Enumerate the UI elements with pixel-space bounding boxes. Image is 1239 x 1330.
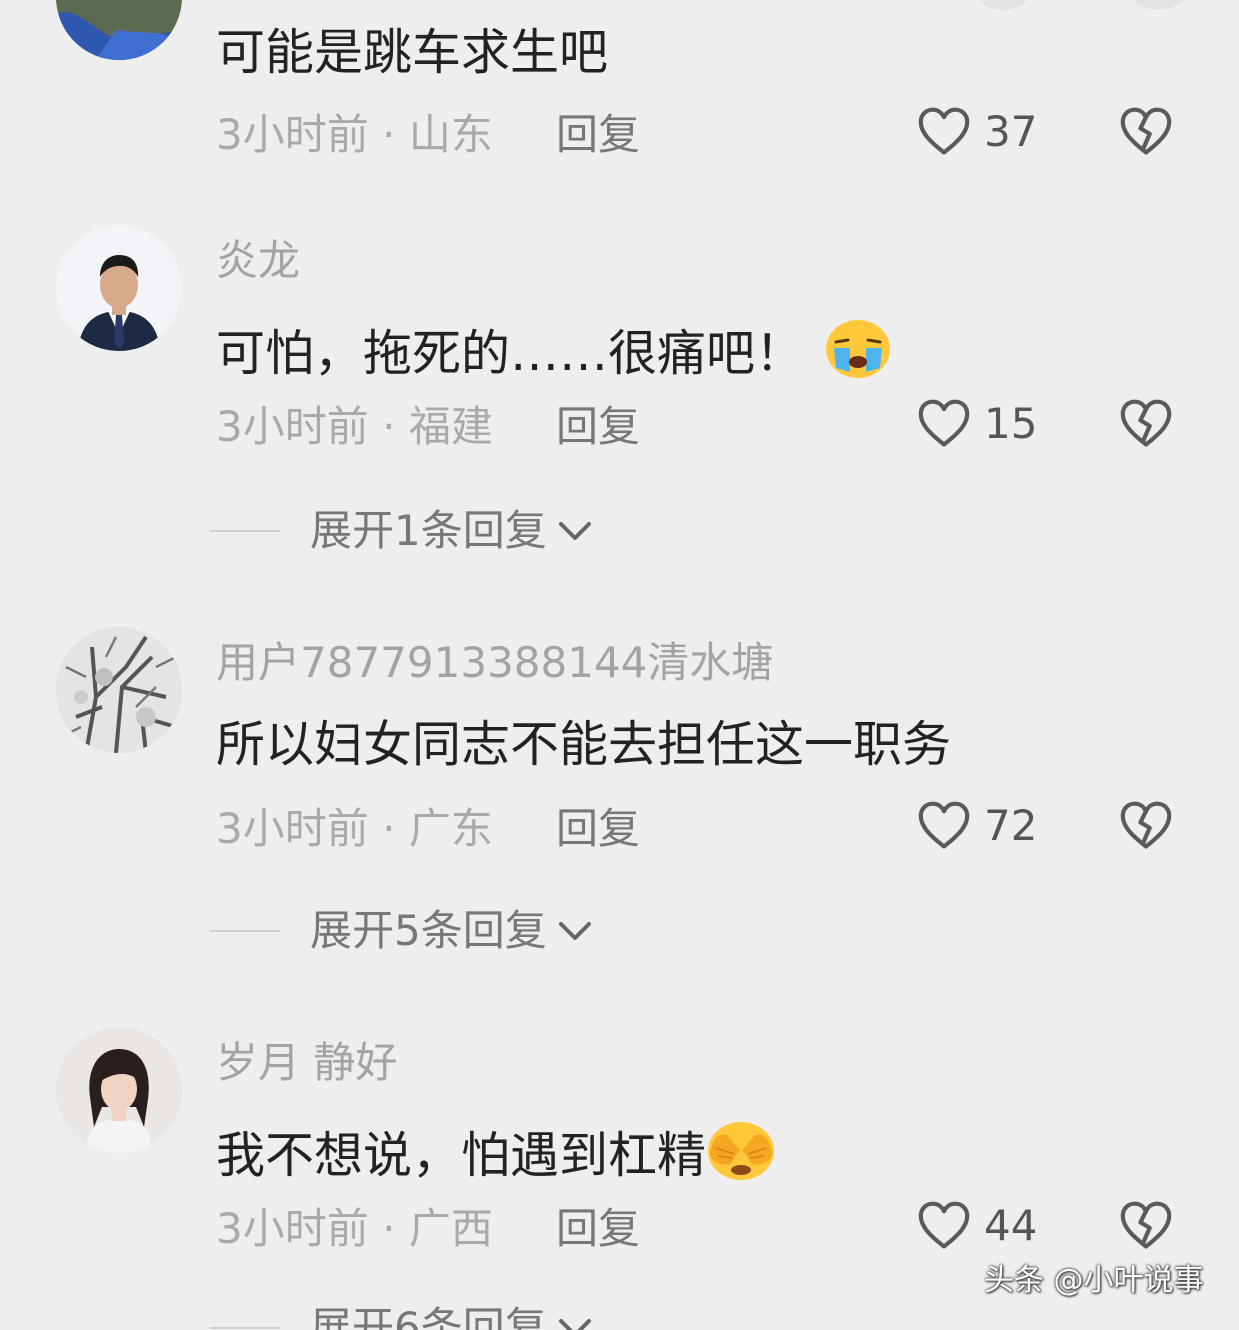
avatar[interactable] [56,0,182,60]
comment-text-content: 所以妇女同志不能去担任这一职务 [216,716,952,773]
expand-replies-button[interactable]: 展开6条回复 [210,1307,593,1330]
reply-button[interactable]: 回复 [556,114,640,156]
chevron-down-icon [557,519,593,543]
like-count: 15 [984,399,1038,448]
comment-time: 3小时前 [216,1204,369,1253]
dislike-button[interactable] [1118,106,1174,162]
chevron-down-icon [557,919,593,943]
avatar[interactable] [56,1027,182,1153]
chevron-down-icon [557,1316,593,1330]
comment-text: 我不想说，怕遇到杠精 [216,1120,776,1190]
meta-separator: · [382,804,396,853]
like-count: 44 [984,1201,1038,1250]
broken-heart-icon [1118,800,1174,852]
broken-heart-icon [1118,106,1174,158]
comment-text: 所以妇女同志不能去担任这一职务 [216,720,951,769]
comment-text-content: 可能是跳车求生吧 [216,24,609,81]
comment-time: 3小时前 [216,804,369,853]
comment-username[interactable]: 用户7877913388144清水塘 [216,642,773,684]
comment-location: 山东 [408,110,493,159]
top-action-button[interactable] [1130,0,1186,10]
divider [210,930,280,932]
comment-meta: 3小时前 · 山东 [216,114,493,156]
crying-face-emoji-icon [824,318,892,388]
comment-meta: 3小时前 · 福建 [216,406,493,448]
like-button[interactable]: 37 [916,106,1037,158]
dislike-button[interactable] [1118,800,1174,856]
heart-outline-icon [916,800,972,852]
broken-heart-icon [1118,1200,1174,1252]
face-covering-eyes-emoji-icon [706,1120,776,1190]
comment-list: 可能是跳车求生吧 3小时前 · 山东 回复 37 炎龙 可怕，拖死的……很痛吧！… [0,0,1239,1330]
like-button[interactable]: 44 [916,1200,1037,1252]
reply-button[interactable]: 回复 [556,808,640,850]
divider [210,1327,280,1329]
comment-location: 福建 [408,402,493,451]
comment-text-content: 可怕，拖死的……很痛吧！ [216,324,805,382]
heart-outline-icon [916,1200,972,1252]
like-count: 72 [984,801,1038,850]
meta-separator: · [382,110,396,159]
comment-username[interactable]: 岁月 静好 [216,1042,397,1084]
like-count: 37 [984,107,1038,156]
like-button[interactable]: 15 [916,398,1037,450]
meta-separator: · [382,1204,396,1253]
reply-button[interactable]: 回复 [556,406,640,448]
comment-meta: 3小时前 · 广西 [216,1208,493,1250]
like-button[interactable]: 72 [916,800,1037,852]
comment-text-content: 我不想说，怕遇到杠精 [216,1126,707,1184]
divider [210,530,280,532]
expand-replies-button[interactable]: 展开5条回复 [210,910,593,952]
avatar[interactable] [56,225,182,351]
expand-replies-label: 展开1条回复 [310,506,547,555]
comment-location: 广西 [408,1204,493,1253]
expand-replies-label: 展开5条回复 [310,906,547,955]
comment-text: 可能是跳车求生吧 [216,28,608,77]
comment-location: 广东 [408,804,493,853]
comment-meta: 3小时前 · 广东 [216,808,493,850]
expand-replies-label: 展开6条回复 [310,1303,547,1330]
comment-username[interactable]: 炎龙 [216,240,300,282]
dislike-button[interactable] [1118,398,1174,454]
watermark: 头条 @小叶说事 [984,1263,1204,1298]
avatar[interactable] [56,627,182,753]
meta-separator: · [382,402,396,451]
comment-text: 可怕，拖死的……很痛吧！ [216,318,892,388]
expand-replies-button[interactable]: 展开1条回复 [210,510,593,552]
heart-outline-icon [916,398,972,450]
reply-button[interactable]: 回复 [556,1208,640,1250]
dislike-button[interactable] [1118,1200,1174,1256]
comment-time: 3小时前 [216,110,369,159]
heart-outline-icon [916,106,972,158]
comment-time: 3小时前 [216,402,369,451]
broken-heart-icon [1118,398,1174,450]
top-action-button[interactable] [975,0,1031,10]
